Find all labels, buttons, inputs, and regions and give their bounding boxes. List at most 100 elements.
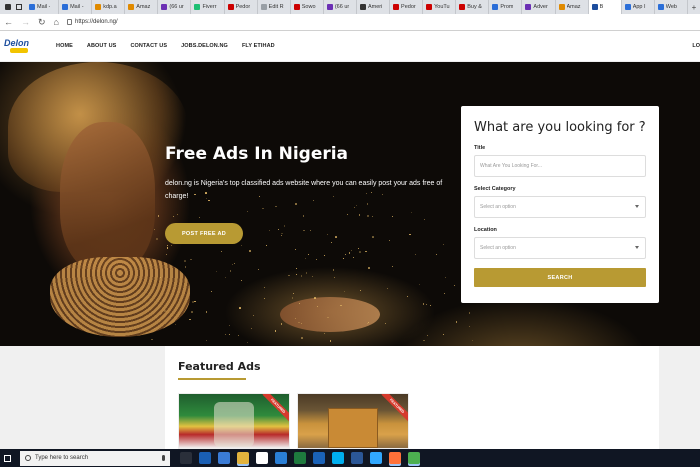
featured-panel: Featured Ads FEATURED FEATURED <box>165 346 659 449</box>
workspaces-icon[interactable] <box>4 4 11 10</box>
main-nav: HOME ABOUT US CONTACT US JOBS.DELON.NG F… <box>56 43 289 49</box>
browser-tab[interactable]: (66 ur <box>324 0 357 14</box>
browser-tab[interactable]: Amaz <box>125 0 159 14</box>
nav-fly-etihad[interactable]: FLY ETIHAD <box>242 43 275 49</box>
sparkle-particle <box>327 316 329 319</box>
hero-image-necklace <box>50 257 190 337</box>
login-link[interactable]: LO <box>692 43 700 49</box>
sparkle-particle <box>281 232 283 234</box>
sparkle-particle <box>221 251 223 253</box>
tab-favicon-icon <box>393 4 400 10</box>
tab-label: Sowo <box>301 4 316 10</box>
title-input[interactable]: What Are You Looking For... <box>474 155 646 177</box>
browser-tab[interactable]: B <box>588 0 622 14</box>
sparkle-particle <box>151 338 153 341</box>
featured-section: Featured Ads FEATURED FEATURED <box>0 346 700 449</box>
sparkle-particle <box>263 286 265 288</box>
outlook-icon[interactable] <box>313 452 325 464</box>
browser-tab[interactable]: Pedor <box>390 0 424 14</box>
browser-tab[interactable]: Mail - <box>26 0 60 14</box>
browser-tab[interactable]: Edit R <box>258 0 291 14</box>
nav-jobs[interactable]: JOBS.DELON.NG <box>181 43 228 49</box>
skype-icon[interactable] <box>332 452 344 464</box>
browser-tab[interactable]: Mail - <box>59 0 93 14</box>
start-button[interactable] <box>0 449 14 467</box>
new-tab-button[interactable]: + <box>688 0 700 14</box>
browser-tab[interactable]: Ameri <box>357 0 391 14</box>
logo-badge <box>10 48 28 53</box>
browser-tab[interactable]: Prom <box>489 0 523 14</box>
browser-tab[interactable]: Web <box>655 0 688 14</box>
sparkle-particle <box>296 274 297 276</box>
forward-icon[interactable]: → <box>21 17 30 27</box>
nav-home[interactable]: HOME <box>56 43 73 49</box>
site-header: Delon HOME ABOUT US CONTACT US JOBS.DELO… <box>0 31 700 62</box>
sparkle-particle <box>275 205 277 207</box>
sparkle-particle <box>253 314 255 316</box>
sparkle-particle <box>283 225 285 227</box>
back-icon[interactable]: ← <box>4 17 13 27</box>
tab-label: Buy & <box>467 4 482 10</box>
category-select[interactable]: Select an option <box>474 196 646 218</box>
browser-tab[interactable]: YouTu <box>423 0 457 14</box>
featured-ad-card[interactable]: FEATURED <box>178 393 290 449</box>
tab-label: Ameri <box>367 4 383 10</box>
cortana-icon[interactable] <box>199 452 211 464</box>
post-free-ad-button[interactable]: POST FREE AD <box>165 223 243 244</box>
tab-label: Edit R <box>268 4 284 10</box>
browser-tab[interactable]: App I <box>622 0 655 14</box>
mail-icon[interactable] <box>218 452 230 464</box>
sparkle-particle <box>294 317 296 319</box>
home-icon[interactable]: ⌂ <box>54 17 59 27</box>
search-button[interactable]: SEARCH <box>474 268 646 287</box>
sparkle-particle <box>367 215 369 217</box>
browser-tab[interactable]: Fiverr <box>191 0 225 14</box>
excel-icon[interactable] <box>294 452 306 464</box>
tab-favicon-icon <box>29 4 35 10</box>
sparkle-particle <box>300 275 303 277</box>
featured-title: Featured Ads <box>178 360 261 373</box>
browser-tab[interactable]: Pedor <box>225 0 258 14</box>
taskbar-search-box[interactable]: Type here to search <box>20 450 170 466</box>
sparkle-particle <box>359 251 361 254</box>
address-bar-row: ← → ↻ ⌂ https://delon.ng/ <box>0 14 700 31</box>
tab-actions <box>0 0 26 14</box>
sparkle-particle <box>280 323 283 325</box>
sparkle-particle <box>455 321 458 323</box>
task-view-icon[interactable] <box>180 452 192 464</box>
hero-image-hand <box>280 297 380 332</box>
file-explorer-icon[interactable] <box>237 452 249 464</box>
browser-tab[interactable]: Sowo <box>291 0 324 14</box>
firefox-icon[interactable] <box>389 452 401 464</box>
nav-about-us[interactable]: ABOUT US <box>87 43 117 49</box>
featured-ad-card[interactable]: FEATURED <box>297 393 409 449</box>
browser-tab[interactable]: Adver <box>522 0 556 14</box>
tab-list-icon[interactable] <box>15 4 22 10</box>
tab-label: App I <box>632 4 646 10</box>
sparkle-particle <box>344 253 346 255</box>
tab-label: Fiverr <box>202 4 217 10</box>
site-logo[interactable]: Delon <box>4 38 34 56</box>
photoshop-icon[interactable] <box>370 452 382 464</box>
microphone-icon[interactable] <box>162 455 165 461</box>
sparkle-particle <box>409 233 411 236</box>
url-field[interactable]: https://delon.ng/ <box>66 16 700 28</box>
sparkle-particle <box>422 303 424 305</box>
location-select[interactable]: Select an option <box>474 237 646 259</box>
browser-tab[interactable]: kdp.a <box>92 0 126 14</box>
search-card: What are you looking for ? Title What Ar… <box>461 106 659 303</box>
tab-label: Web <box>665 4 677 10</box>
amazon-icon[interactable] <box>256 452 268 464</box>
word-icon[interactable] <box>351 452 363 464</box>
sparkle-particle <box>304 258 306 260</box>
browser-tab[interactable]: (66 ur <box>158 0 192 14</box>
refresh-icon[interactable]: ↻ <box>38 17 46 28</box>
nav-contact-us[interactable]: CONTACT US <box>130 43 167 49</box>
sparkle-particle <box>231 264 233 266</box>
vs-code-icon[interactable] <box>275 452 287 464</box>
browser-tab[interactable]: Buy & <box>456 0 490 14</box>
browser-tab[interactable]: Amaz <box>556 0 589 14</box>
chrome-icon[interactable] <box>408 452 420 464</box>
sparkle-particle <box>189 318 191 321</box>
tab-label: B <box>599 4 604 10</box>
